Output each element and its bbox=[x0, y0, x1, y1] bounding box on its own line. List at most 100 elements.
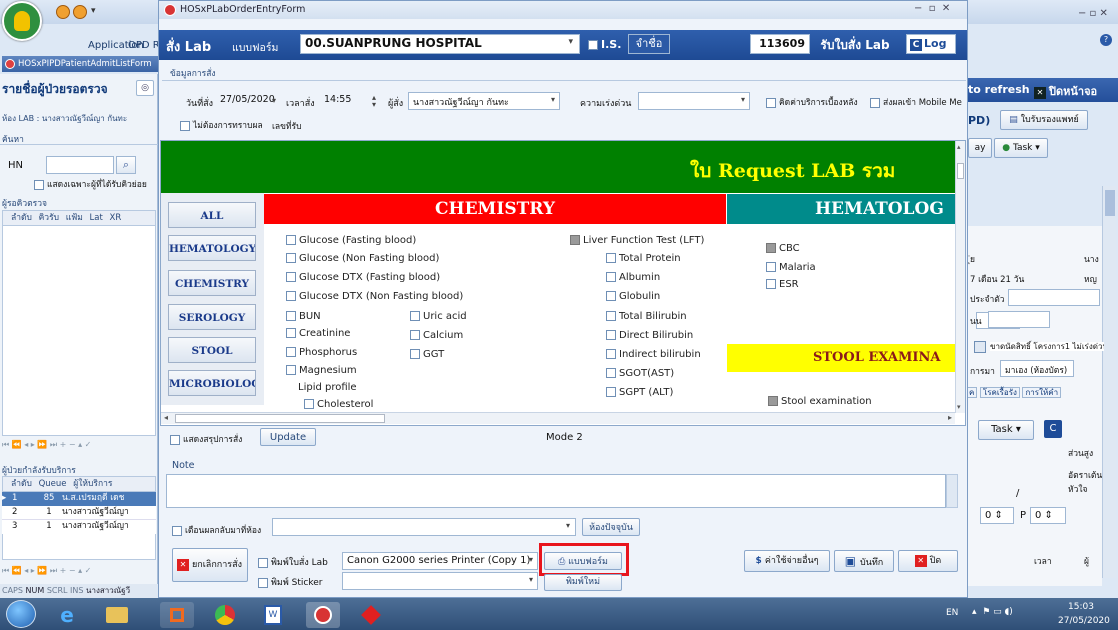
nav-microbiology-button[interactable]: MICROBIOLOGY bbox=[168, 370, 256, 396]
lab-item-glucose-dtx-nonfasting[interactable]: Glucose DTX (Non Fasting blood) bbox=[286, 291, 463, 302]
receive-order-button[interactable]: รับใบสั่ง Lab bbox=[812, 36, 898, 54]
lab-item-ggt[interactable]: GGT bbox=[410, 349, 444, 360]
right-zero-input-2[interactable]: 0 ⇕ bbox=[1030, 507, 1066, 524]
lab-item-globulin[interactable]: Globulin bbox=[606, 291, 660, 302]
ie-icon[interactable]: e bbox=[50, 602, 84, 628]
other-cost-button[interactable]: $ ค่าใช้จ่ายอื่นๆ bbox=[744, 550, 830, 572]
help-icon[interactable]: ? bbox=[1100, 34, 1112, 46]
waiting-grid-body[interactable] bbox=[2, 226, 156, 436]
app-diamond-icon[interactable] bbox=[354, 602, 388, 628]
start-button[interactable] bbox=[6, 600, 36, 628]
word-icon[interactable]: W bbox=[256, 602, 290, 628]
date-dropdown-icon[interactable]: ▾ bbox=[272, 96, 276, 105]
remember-name-button[interactable]: จำชื่อ bbox=[628, 34, 670, 54]
clock-date[interactable]: 27/05/2020 bbox=[1058, 616, 1110, 626]
right-doctor-cert-button[interactable]: ▤ ใบรับรองแพทย์ bbox=[1000, 110, 1088, 130]
lab-item-sgot[interactable]: SGOT(AST) bbox=[606, 368, 674, 379]
form-vertical-scrollbar[interactable]: ▴ ▾ bbox=[955, 141, 965, 413]
sticker-printer-select[interactable]: ▾ bbox=[342, 572, 538, 590]
bg-window-controls[interactable]: − ▫ ✕ bbox=[1078, 8, 1108, 19]
table-row[interactable]: 3 1 นางสาวณัฐวีณ์ญา bbox=[2, 520, 156, 534]
current-room-button[interactable]: ห้องปัจจุบัน bbox=[582, 518, 640, 536]
left-refresh-icon[interactable]: ◎ bbox=[136, 80, 154, 96]
nav-all-button[interactable]: ALL bbox=[168, 202, 256, 228]
table-row[interactable]: 2 1 นางสาวณัฐวีณ์ญา bbox=[2, 506, 156, 520]
lab-item-phosphorus[interactable]: Phosphorus bbox=[286, 347, 357, 358]
right-scrollbar[interactable] bbox=[1102, 186, 1116, 578]
tab-admit-list[interactable]: HOSxPIPDPatientAdmitListForm bbox=[2, 56, 158, 72]
lab-item-bun[interactable]: BUN bbox=[286, 311, 321, 322]
lab-item-uric-acid[interactable]: Uric acid bbox=[410, 311, 467, 322]
mobile-checkbox[interactable]: ส่งผลเข้า Mobile Me bbox=[870, 95, 966, 109]
right-tab-counsel[interactable]: การให้คำ bbox=[1022, 387, 1062, 398]
quick-access-home-icon[interactable] bbox=[73, 5, 87, 19]
lab-item-glucose-dtx-fasting[interactable]: Glucose DTX (Fasting blood) bbox=[286, 272, 440, 283]
reprint-button[interactable]: พิมพ์ใหม่ bbox=[544, 574, 622, 591]
right-close-button[interactable]: ✕ ปิดหน้าจอ bbox=[1034, 82, 1097, 100]
save-button[interactable]: ▣ บันทึก bbox=[834, 550, 894, 572]
summary-checkbox[interactable]: แสดงสรุปการสั่ง bbox=[170, 432, 242, 446]
nav-serology-button[interactable]: SEROLOGY bbox=[168, 304, 256, 330]
lab-item-stool-exam[interactable]: Stool examination bbox=[768, 396, 872, 407]
note-scrollbar[interactable] bbox=[946, 474, 958, 508]
close-button[interactable]: ✕ ปิด bbox=[898, 550, 958, 572]
serving-navigator[interactable]: ⏮ ⏪ ◂ ▸ ⏩ ⏭ + − ▴ ✓ bbox=[2, 566, 156, 580]
order-date-input[interactable]: 27/05/2020 bbox=[220, 94, 275, 105]
lab-item-indirect-bilirubin[interactable]: Indirect bilirubin bbox=[606, 349, 701, 360]
remind-checkbox[interactable]: เตือนผลกลับมาที่ห้อง bbox=[172, 523, 261, 537]
form-horizontal-scrollbar[interactable]: ◂ ▸ bbox=[161, 412, 955, 424]
nav-stool-button[interactable]: STOOL bbox=[168, 337, 256, 363]
right-task2-button[interactable]: Task ▾ bbox=[978, 420, 1034, 440]
lab-item-cbc[interactable]: CBC bbox=[766, 243, 800, 254]
update-button[interactable]: Update bbox=[260, 428, 316, 446]
lab-item-cholesterol[interactable]: Cholesterol bbox=[304, 399, 373, 410]
nav-chemistry-button[interactable]: CHEMISTRY bbox=[168, 270, 256, 296]
chrome-icon[interactable] bbox=[208, 602, 242, 628]
right-tabs[interactable]: ค โรคเรื้อรัง การให้คำ bbox=[966, 386, 1096, 400]
waiting-navigator[interactable]: ⏮ ⏪ ◂ ▸ ⏩ ⏭ + − ▴ ✓ bbox=[2, 440, 156, 454]
lab-item-malaria[interactable]: Malaria bbox=[766, 262, 816, 273]
menu-opd[interactable]: OPD R bbox=[128, 40, 160, 51]
hosxp-icon[interactable] bbox=[306, 602, 340, 628]
log-button[interactable]: C Log bbox=[906, 34, 956, 54]
table-row[interactable]: ▸ 1 85 น.ส.เปรมฤดี เดช bbox=[2, 492, 156, 506]
quick-access-orange-icon[interactable] bbox=[56, 5, 70, 19]
right-ay-button[interactable]: ay bbox=[968, 138, 992, 158]
hn-input[interactable] bbox=[46, 156, 114, 174]
lab-item-sgpt[interactable]: SGPT (ALT) bbox=[606, 387, 673, 398]
lab-item-calcium[interactable]: Calcium bbox=[410, 330, 463, 341]
print-lab-checkbox[interactable]: พิมพ์ใบสั่ง Lab bbox=[258, 555, 328, 569]
hn-search-button[interactable]: ⌕ bbox=[116, 156, 136, 174]
lab-item-albumin[interactable]: Albumin bbox=[606, 272, 660, 283]
right-task-button[interactable]: ● Task ▾ bbox=[994, 138, 1048, 158]
lab-item-total-bilirubin[interactable]: Total Bilirubin bbox=[606, 311, 687, 322]
form-select[interactable]: 00.SUANPRUNG HOSPITAL ▾ bbox=[300, 34, 580, 54]
right-zero-input[interactable]: 0 ⇕ bbox=[980, 507, 1014, 524]
note-input[interactable] bbox=[166, 474, 946, 508]
language-indicator[interactable]: EN bbox=[946, 608, 958, 618]
right-field-arrive-input[interactable]: มาเอง (ห้องบัตร) bbox=[1000, 360, 1074, 377]
lab-item-glucose-nonfasting[interactable]: Glucose (Non Fasting blood) bbox=[286, 253, 439, 264]
lab-item-direct-bilirubin[interactable]: Direct Bilirubin bbox=[606, 330, 693, 341]
cancel-order-button[interactable]: ✕ ยกเลิกการสั่ง bbox=[172, 548, 248, 582]
lab-item-creatinine[interactable]: Creatinine bbox=[286, 328, 350, 339]
lab-item-total-protein[interactable]: Total Protein bbox=[606, 253, 681, 264]
time-spin-icon[interactable]: ▴ ▾ bbox=[372, 94, 376, 109]
urgency-select[interactable]: ▾ bbox=[638, 92, 750, 110]
order-time-input[interactable]: 14:55 bbox=[324, 94, 351, 105]
remind-room-select[interactable]: ▾ bbox=[272, 518, 576, 536]
right-field-id-input[interactable] bbox=[1008, 289, 1100, 306]
clock-time[interactable]: 15:03 bbox=[1068, 602, 1094, 612]
quick-access-dropdown-icon[interactable]: ▾ bbox=[91, 6, 96, 16]
right-log-mini-button[interactable]: C bbox=[1044, 420, 1062, 438]
tray-icons[interactable]: ▴ ⚑ ▭ ◖) bbox=[972, 607, 1013, 617]
right-tab-chronic[interactable]: โรคเรื้อรัง bbox=[979, 387, 1020, 398]
lab-item-magnesium[interactable]: Magnesium bbox=[286, 365, 357, 376]
outlook-icon[interactable] bbox=[160, 602, 194, 628]
explorer-icon[interactable] bbox=[100, 602, 134, 628]
no-result-checkbox[interactable]: ไม่ต้องการทราบผล bbox=[180, 118, 263, 132]
printer-select[interactable]: Canon G2000 series Printer (Copy 1) ▾ bbox=[342, 552, 538, 570]
charge-checkbox[interactable]: คิดค่าบริการเบื้องหลัง bbox=[766, 95, 858, 109]
print-sticker-checkbox[interactable]: พิมพ์ Sticker bbox=[258, 575, 322, 589]
right-field-nn-input[interactable] bbox=[988, 311, 1050, 328]
